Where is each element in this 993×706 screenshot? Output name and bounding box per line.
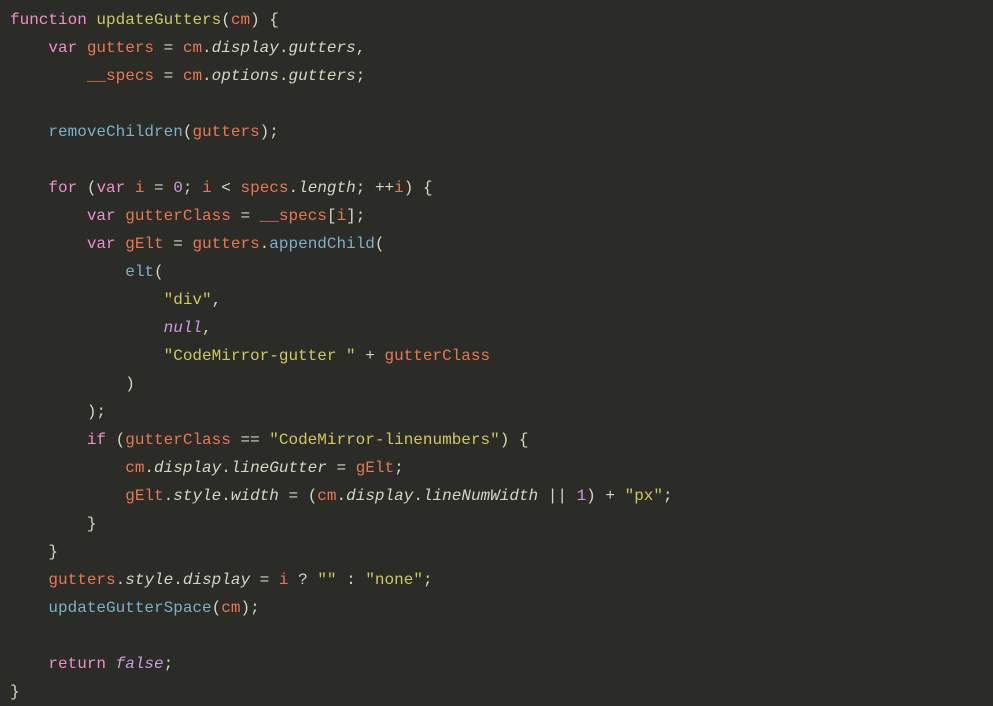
code-editor[interactable]: function updateGutters(cm) { var gutters… bbox=[10, 6, 983, 706]
code-line-9: var gElt = gutters.appendChild( bbox=[10, 235, 385, 253]
code-line-15: ); bbox=[10, 403, 106, 421]
code-line-7: for (var i = 0; i < specs.length; ++i) { bbox=[10, 179, 433, 197]
code-line-1: function updateGutters(cm) { bbox=[10, 11, 279, 29]
code-line-20: } bbox=[10, 543, 58, 561]
code-line-3: __specs = cm.options.gutters; bbox=[10, 67, 365, 85]
code-line-11: "div", bbox=[10, 291, 221, 309]
code-line-22: updateGutterSpace(cm); bbox=[10, 599, 260, 617]
code-line-8: var gutterClass = __specs[i]; bbox=[10, 207, 365, 225]
code-line-21: gutters.style.display = i ? "" : "none"; bbox=[10, 571, 433, 589]
code-line-19: } bbox=[10, 515, 96, 533]
code-line-13: "CodeMirror-gutter " + gutterClass bbox=[10, 347, 490, 365]
code-line-18: gElt.style.width = (cm.display.lineNumWi… bbox=[10, 487, 673, 505]
code-line-24: return false; bbox=[10, 655, 173, 673]
code-line-14: ) bbox=[10, 375, 135, 393]
code-line-12: null, bbox=[10, 319, 212, 337]
code-line-16: if (gutterClass == "CodeMirror-linenumbe… bbox=[10, 431, 529, 449]
code-line-5: removeChildren(gutters); bbox=[10, 123, 279, 141]
code-line-25: } bbox=[10, 683, 20, 701]
code-line-10: elt( bbox=[10, 263, 164, 281]
code-line-17: cm.display.lineGutter = gElt; bbox=[10, 459, 404, 477]
code-line-2: var gutters = cm.display.gutters, bbox=[10, 39, 365, 57]
